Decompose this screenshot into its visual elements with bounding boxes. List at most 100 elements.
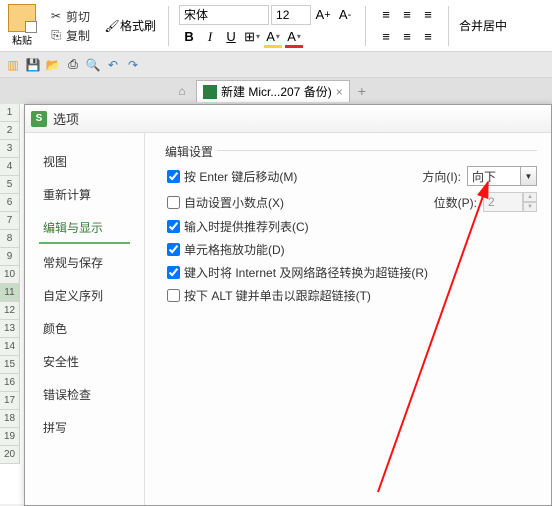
row-headers: 1234567891011121314151617181920	[0, 104, 20, 464]
quick-access-toolbar: ▥ 💾 📂 ⎙ 🔍 ↶ ↷	[0, 52, 552, 78]
options-dialog: S 选项 视图 重新计算 编辑与显示 常规与保存 自定义序列 颜色 安全性 错误…	[24, 104, 552, 506]
row-header[interactable]: 15	[0, 356, 20, 374]
cut-button[interactable]: ✂剪切	[46, 7, 92, 26]
align-bottom-button[interactable]: ≡	[418, 5, 438, 25]
checkbox-internet-link[interactable]	[167, 266, 180, 279]
nav-general-save[interactable]: 常规与保存	[39, 248, 144, 277]
document-tab[interactable]: 新建 Micr...207 备份) ×	[196, 80, 350, 102]
places-label: 位数(P):	[434, 194, 477, 211]
nav-view[interactable]: 视图	[39, 147, 144, 176]
spin-down-icon: ▼	[523, 202, 537, 212]
copy-icon: ⎘	[48, 27, 64, 43]
dialog-nav: 视图 重新计算 编辑与显示 常规与保存 自定义序列 颜色 安全性 错误检查 拼写	[25, 133, 145, 505]
merge-label: 合并居中	[459, 17, 507, 34]
row-header[interactable]: 2	[0, 122, 20, 140]
app-icon: S	[31, 111, 47, 127]
open-icon[interactable]: 📂	[44, 56, 62, 74]
merge-center-button[interactable]: 合并居中	[455, 17, 511, 34]
fill-color-button[interactable]: A	[263, 27, 283, 47]
undo-icon[interactable]: ↶	[104, 56, 122, 74]
checkbox-alt-click[interactable]	[167, 289, 180, 302]
nav-edit-display[interactable]: 编辑与显示	[39, 213, 130, 244]
nav-security[interactable]: 安全性	[39, 347, 144, 376]
redo-icon[interactable]: ↷	[124, 56, 142, 74]
label-internet-link: 键入时将 Internet 及网络路径转换为超链接(R)	[184, 264, 428, 281]
font-name-select[interactable]: 宋体	[179, 5, 269, 25]
dialog-titlebar: S 选项	[25, 105, 551, 133]
increase-font-button[interactable]: A+	[313, 5, 333, 25]
nav-error-check[interactable]: 错误检查	[39, 380, 144, 409]
copy-button[interactable]: ⎘复制	[46, 26, 92, 45]
label-enter-move: 按 Enter 键后移动(M)	[184, 168, 297, 185]
tab-strip: ⌂ 新建 Micr...207 备份) × +	[0, 78, 552, 104]
row-header[interactable]: 10	[0, 266, 20, 284]
font-group: 宋体 12 A+ A- B I U ⊞ A A	[175, 5, 359, 47]
row-header[interactable]: 20	[0, 446, 20, 464]
document-tab-label: 新建 Micr...207 备份)	[221, 83, 332, 100]
format-painter-label: 格式刷	[120, 17, 156, 34]
row-header[interactable]: 18	[0, 410, 20, 428]
align-center-button[interactable]: ≡	[397, 27, 417, 47]
clipboard-group: ✂剪切 ⎘复制	[42, 7, 96, 45]
row-header[interactable]: 1	[0, 104, 20, 122]
row-header[interactable]: 16	[0, 374, 20, 392]
row-header[interactable]: 12	[0, 302, 20, 320]
row-header[interactable]: 5	[0, 176, 20, 194]
row-header[interactable]: 4	[0, 158, 20, 176]
align-top-button[interactable]: ≡	[376, 5, 396, 25]
row-header[interactable]: 6	[0, 194, 20, 212]
paste-button[interactable]: 粘贴	[4, 2, 40, 49]
copy-label: 复制	[66, 27, 90, 44]
close-tab-button[interactable]: ×	[336, 85, 343, 99]
places-spin-buttons: ▲▼	[523, 192, 537, 212]
checkbox-enter-move[interactable]	[167, 170, 180, 183]
checkbox-auto-decimal[interactable]	[167, 196, 180, 209]
nav-recalc[interactable]: 重新计算	[39, 180, 144, 209]
preview-icon[interactable]: 🔍	[84, 56, 102, 74]
bold-button[interactable]: B	[179, 27, 199, 47]
format-painter-button[interactable]: 🖌格式刷	[98, 17, 162, 34]
nav-color[interactable]: 颜色	[39, 314, 144, 343]
row-header[interactable]: 17	[0, 392, 20, 410]
new-icon[interactable]: ▥	[4, 56, 22, 74]
row-header[interactable]: 14	[0, 338, 20, 356]
decrease-font-button[interactable]: A-	[335, 5, 355, 25]
paste-label: 粘贴	[12, 32, 32, 47]
direction-dropdown-button[interactable]: ▼	[521, 166, 537, 186]
row-header[interactable]: 13	[0, 320, 20, 338]
places-value: 2	[488, 195, 495, 209]
align-left-button[interactable]: ≡	[376, 27, 396, 47]
font-color-button[interactable]: A	[284, 27, 304, 47]
section-divider	[215, 150, 537, 151]
row-header[interactable]: 11	[0, 284, 20, 302]
label-auto-decimal: 自动设置小数点(X)	[184, 194, 284, 211]
scissors-icon: ✂	[48, 8, 64, 24]
nav-spell[interactable]: 拼写	[39, 413, 144, 442]
label-drag-fill: 单元格拖放功能(D)	[184, 241, 285, 258]
checkbox-drag-fill[interactable]	[167, 243, 180, 256]
brush-icon: 🖌	[104, 18, 120, 34]
checkbox-recommend-list[interactable]	[167, 220, 180, 233]
row-header[interactable]: 7	[0, 212, 20, 230]
row-header[interactable]: 3	[0, 140, 20, 158]
row-header[interactable]: 8	[0, 230, 20, 248]
save-icon[interactable]: 💾	[24, 56, 42, 74]
separator	[168, 6, 169, 46]
font-size-select[interactable]: 12	[271, 5, 311, 25]
align-middle-button[interactable]: ≡	[397, 5, 417, 25]
label-alt-click: 按下 ALT 键并单击以跟踪超链接(T)	[184, 287, 371, 304]
section-title: 编辑设置	[161, 143, 217, 160]
italic-button[interactable]: I	[200, 27, 220, 47]
row-header[interactable]: 19	[0, 428, 20, 446]
print-icon[interactable]: ⎙	[64, 56, 82, 74]
direction-select[interactable]: 向下	[467, 166, 521, 186]
nav-custom-list[interactable]: 自定义序列	[39, 281, 144, 310]
border-button[interactable]: ⊞	[242, 27, 262, 47]
row-header[interactable]: 9	[0, 248, 20, 266]
add-tab-button[interactable]: +	[352, 83, 372, 99]
align-right-button[interactable]: ≡	[418, 27, 438, 47]
direction-label: 方向(I):	[422, 168, 461, 185]
home-tab-icon[interactable]: ⌂	[170, 81, 194, 101]
underline-button[interactable]: U	[221, 27, 241, 47]
spreadsheet-icon	[203, 85, 217, 99]
